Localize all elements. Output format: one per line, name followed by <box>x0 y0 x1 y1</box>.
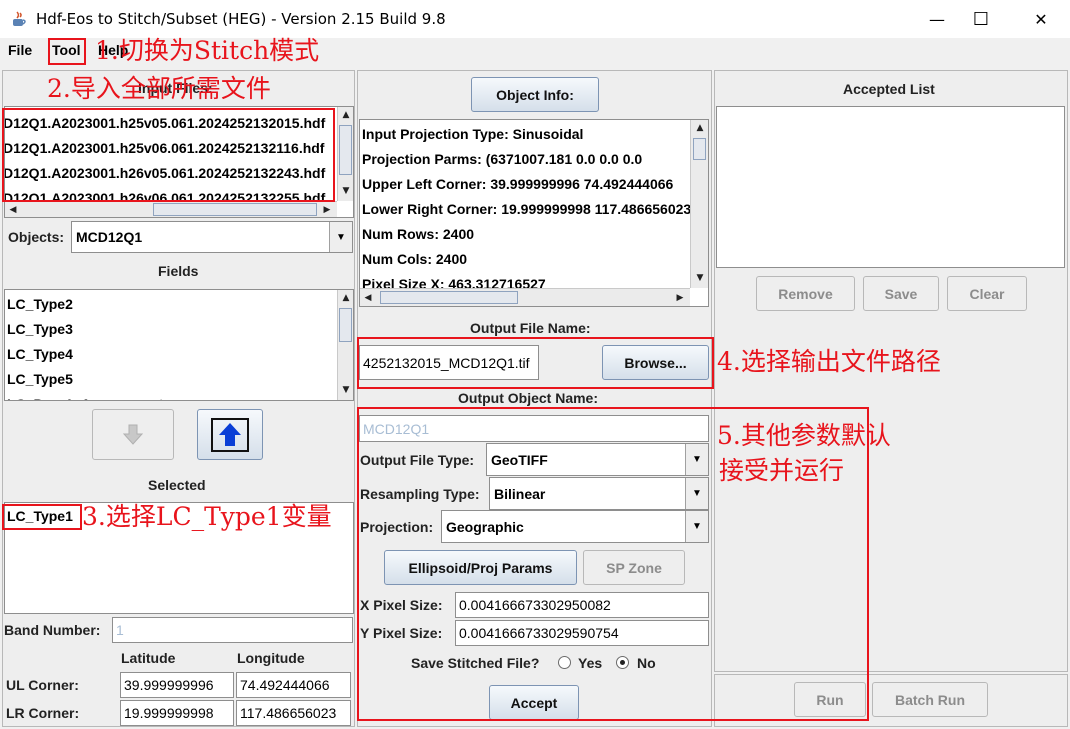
arrow-down-icon <box>122 424 144 445</box>
objects-dropdown[interactable]: MCD12Q1 ▼ <box>71 221 353 253</box>
info-hscroll[interactable]: ◀ ▶ <box>360 288 690 306</box>
lr-latitude-field[interactable]: 19.999999998 <box>120 700 234 726</box>
list-item[interactable]: LC_Prop1_Assessment <box>5 392 337 400</box>
scroll-right-arrow[interactable]: ▶ <box>319 202 335 217</box>
clear-button[interactable]: Clear <box>947 276 1027 311</box>
annotation-step5-line1: 5.其他参数默认 <box>717 421 891 450</box>
ul-latitude-field[interactable]: 39.999999996 <box>120 672 234 698</box>
info-line: Pixel Size X: 463.312716527 <box>362 276 546 288</box>
selected-label: Selected <box>148 477 206 493</box>
scroll-up-arrow[interactable]: ▲ <box>338 107 353 123</box>
lr-longitude-field[interactable]: 117.486656023 <box>236 700 351 726</box>
input-files-vscroll[interactable]: ▲ ▼ <box>337 107 353 201</box>
annotation-box-tool-menu <box>48 38 86 65</box>
scroll-left-arrow[interactable]: ◀ <box>360 290 376 306</box>
info-line: Projection Parms: (6371007.181 0.0 0.0 0… <box>362 151 643 167</box>
input-files-hscroll[interactable]: ◀ ▶ <box>5 201 337 217</box>
java-app-icon <box>10 10 28 28</box>
info-line: Input Projection Type: Sinusoidal <box>362 126 584 142</box>
save-button[interactable]: Save <box>863 276 939 311</box>
scroll-thumb[interactable] <box>339 125 352 175</box>
longitude-label: Longitude <box>237 650 305 666</box>
scroll-thumb[interactable] <box>339 308 352 342</box>
output-object-name-label: Output Object Name: <box>458 390 599 406</box>
close-button[interactable]: ✕ <box>1018 0 1064 38</box>
add-field-button[interactable] <box>197 409 263 460</box>
annotation-step1: 1.切换为Stitch模式 <box>95 36 320 65</box>
annotation-step4: 4.选择输出文件路径 <box>717 347 941 376</box>
objects-label: Objects: <box>8 229 65 245</box>
scroll-thumb[interactable] <box>693 138 706 160</box>
annotation-box-selected <box>2 504 82 530</box>
menu-file[interactable]: File <box>8 42 32 58</box>
list-item[interactable]: LC_Type4 <box>5 342 337 367</box>
object-info-area[interactable]: Input Projection Type: Sinusoidal Projec… <box>359 119 709 307</box>
objects-value: MCD12Q1 <box>76 229 143 245</box>
annotation-step5-line2: 接受并运行 <box>719 456 845 485</box>
list-item[interactable]: LC_Type2 <box>5 292 337 317</box>
band-number-label: Band Number: <box>4 622 101 638</box>
list-item[interactable]: LC_Type5 <box>5 367 337 392</box>
maximize-button[interactable]: ☐ <box>958 0 1004 38</box>
accepted-list-label: Accepted List <box>843 81 935 97</box>
scroll-right-arrow[interactable]: ▶ <box>672 290 688 306</box>
lr-corner-label: LR Corner: <box>6 705 80 721</box>
fields-list[interactable]: LC_Type2 LC_Type3 LC_Type4 LC_Type5 LC_P… <box>4 289 354 401</box>
scroll-up-arrow[interactable]: ▲ <box>338 290 353 306</box>
remove-field-button[interactable] <box>92 409 174 460</box>
chevron-down-icon[interactable]: ▼ <box>329 222 352 252</box>
output-file-name-label: Output File Name: <box>470 320 591 336</box>
ul-corner-label: UL Corner: <box>6 677 79 693</box>
info-line: Num Cols: 2400 <box>362 251 468 267</box>
list-item[interactable]: LC_Type3 <box>5 317 337 342</box>
scroll-down-arrow[interactable]: ▼ <box>338 382 353 398</box>
annotation-box-output-file <box>357 337 714 389</box>
fields-label: Fields <box>158 263 199 279</box>
info-vscroll[interactable]: ▲ ▼ <box>690 120 708 288</box>
fields-vscroll[interactable]: ▲ ▼ <box>337 290 353 400</box>
annotation-step2: 2.导入全部所需文件 <box>47 74 271 103</box>
info-line: Upper Left Corner: 39.999999996 74.49244… <box>362 176 674 192</box>
info-line: Lower Right Corner: 19.999999998 117.486… <box>362 201 690 217</box>
band-number-field[interactable]: 1 <box>112 617 353 643</box>
batch-run-button[interactable]: Batch Run <box>872 682 988 717</box>
ul-longitude-field[interactable]: 74.492444066 <box>236 672 351 698</box>
scroll-thumb[interactable] <box>153 203 317 216</box>
scroll-left-arrow[interactable]: ◀ <box>5 202 21 217</box>
scroll-thumb[interactable] <box>380 291 518 304</box>
object-info-button[interactable]: Object Info: <box>471 77 599 112</box>
arrow-up-icon <box>211 417 249 452</box>
scroll-down-arrow[interactable]: ▼ <box>338 183 353 199</box>
annotation-step3: 3.选择LC_Type1变量 <box>82 502 332 531</box>
remove-button[interactable]: Remove <box>756 276 855 311</box>
scroll-down-arrow[interactable]: ▼ <box>691 270 708 286</box>
window-title: Hdf-Eos to Stitch/Subset (HEG) - Version… <box>36 10 446 28</box>
accepted-list[interactable] <box>716 106 1065 268</box>
annotation-box-input-files <box>2 108 335 202</box>
latitude-label: Latitude <box>121 650 176 666</box>
minimize-button[interactable]: — <box>914 0 960 38</box>
scroll-up-arrow[interactable]: ▲ <box>691 120 708 136</box>
annotation-box-parameters <box>357 407 869 721</box>
info-line: Num Rows: 2400 <box>362 226 475 242</box>
